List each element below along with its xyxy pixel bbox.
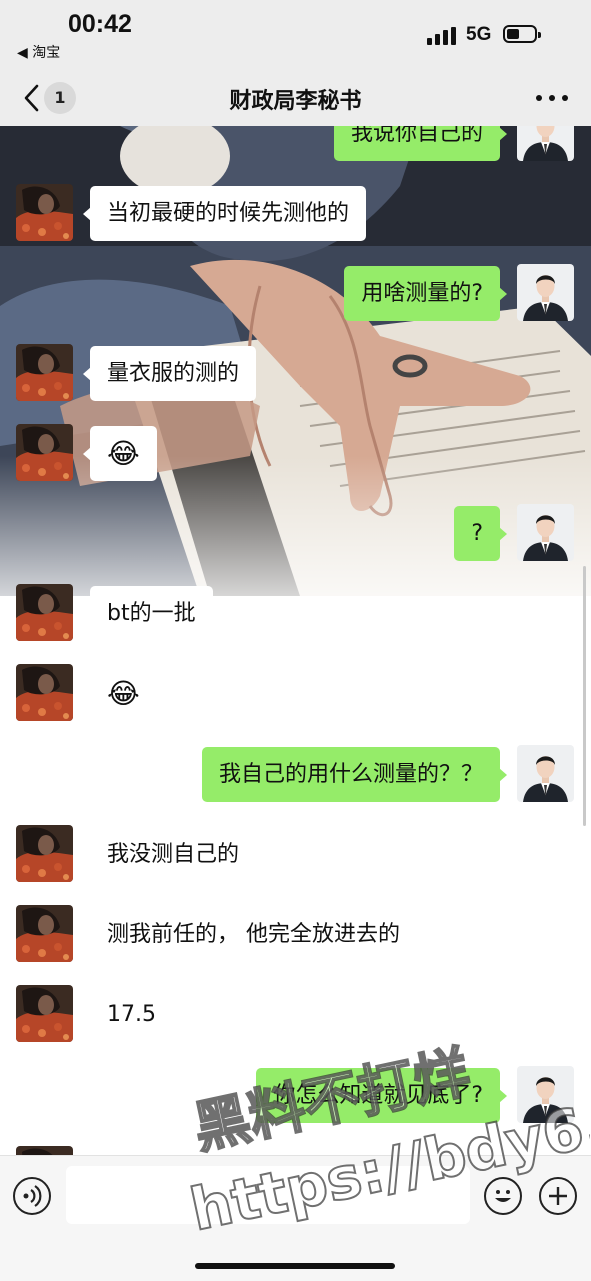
message-bubble[interactable]: 17.5 bbox=[83, 987, 173, 1042]
home-indicator[interactable] bbox=[195, 1263, 395, 1269]
input-bar bbox=[0, 1155, 591, 1281]
chat-header: 1 财政局李秘书 bbox=[0, 70, 591, 126]
emoji-button[interactable] bbox=[484, 1177, 522, 1215]
more-button[interactable] bbox=[536, 92, 568, 104]
message-row: 当初最硬的时候先测他的 bbox=[0, 184, 591, 244]
status-time: 00:42 bbox=[68, 10, 132, 38]
message-row: 😂 bbox=[0, 664, 591, 724]
message-bubble[interactable]: 我没测自己的 bbox=[82, 827, 257, 882]
contact-avatar[interactable] bbox=[16, 905, 73, 962]
message-bubble[interactable]: 用啥测量的? bbox=[344, 266, 507, 321]
message-row: 我自己的用什么测量的？？ bbox=[0, 745, 591, 805]
contact-avatar[interactable] bbox=[16, 985, 73, 1042]
contact-avatar[interactable] bbox=[16, 664, 73, 721]
chat-title: 财政局李秘书 bbox=[229, 89, 362, 114]
signal-icon bbox=[427, 27, 457, 45]
contact-avatar[interactable] bbox=[16, 1146, 73, 1155]
network-type: 5G bbox=[466, 24, 492, 45]
contact-avatar[interactable] bbox=[16, 184, 73, 241]
message-row: 17.5 bbox=[0, 985, 591, 1045]
message-bubble[interactable]: 当初最硬的时候先测他的 bbox=[82, 186, 367, 241]
message-bubble[interactable]: bt的一批 bbox=[83, 586, 213, 641]
laughing-crying-emoji-icon[interactable]: 😂 bbox=[83, 426, 157, 481]
my-avatar[interactable] bbox=[517, 1066, 574, 1123]
message-bubble[interactable]: 我说你自己的 bbox=[333, 126, 508, 161]
message-bubble[interactable]: 你怎么知道就见底了? bbox=[256, 1068, 507, 1123]
message-bubble[interactable]: ? bbox=[454, 506, 507, 561]
contact-avatar[interactable] bbox=[16, 584, 73, 641]
message-row: 你怎么知道就见底了? bbox=[0, 1066, 591, 1126]
message-row: bt的一批 bbox=[0, 584, 591, 644]
contact-avatar[interactable] bbox=[16, 344, 73, 401]
battery-icon bbox=[503, 25, 541, 43]
message-row: ? bbox=[0, 504, 591, 564]
message-row bbox=[0, 1146, 591, 1155]
message-row: 我说你自己的 bbox=[0, 126, 591, 164]
emoji-icon bbox=[495, 1190, 511, 1202]
message-bubble[interactable]: 我自己的用什么测量的？？ bbox=[201, 747, 508, 802]
chat-area[interactable]: 我说你自己的 当初最硬的时候先测他的 用啥测量的? 量衣服的测的 😂 ? bt的… bbox=[0, 126, 591, 1155]
my-avatar[interactable] bbox=[517, 745, 574, 802]
contact-avatar[interactable] bbox=[16, 424, 73, 481]
message-row: 😂 bbox=[0, 424, 591, 484]
more-functions-button[interactable] bbox=[539, 1177, 577, 1215]
back-to-app-link[interactable]: ◀ 淘宝 bbox=[17, 42, 60, 62]
message-bubble[interactable]: 量衣服的测的 bbox=[82, 346, 257, 401]
message-bubble[interactable]: 测我前任的， 他完全放进去的 bbox=[83, 907, 417, 962]
voice-icon bbox=[23, 1185, 42, 1207]
status-bar: 00:42 ◀ 淘宝 5G bbox=[0, 0, 591, 70]
contact-avatar[interactable] bbox=[16, 825, 73, 882]
plus-icon bbox=[549, 1187, 567, 1205]
message-row: 我没测自己的 bbox=[0, 825, 591, 885]
laughing-crying-emoji-icon[interactable]: 😂 bbox=[83, 666, 157, 721]
message-row: 测我前任的， 他完全放进去的 bbox=[0, 905, 591, 965]
voice-button[interactable] bbox=[13, 1177, 51, 1215]
my-avatar[interactable] bbox=[517, 126, 574, 161]
message-row: 量衣服的测的 bbox=[0, 344, 591, 404]
my-avatar[interactable] bbox=[517, 504, 574, 561]
my-avatar[interactable] bbox=[517, 264, 574, 321]
message-input[interactable] bbox=[66, 1166, 470, 1224]
message-row: 用啥测量的? bbox=[0, 264, 591, 324]
